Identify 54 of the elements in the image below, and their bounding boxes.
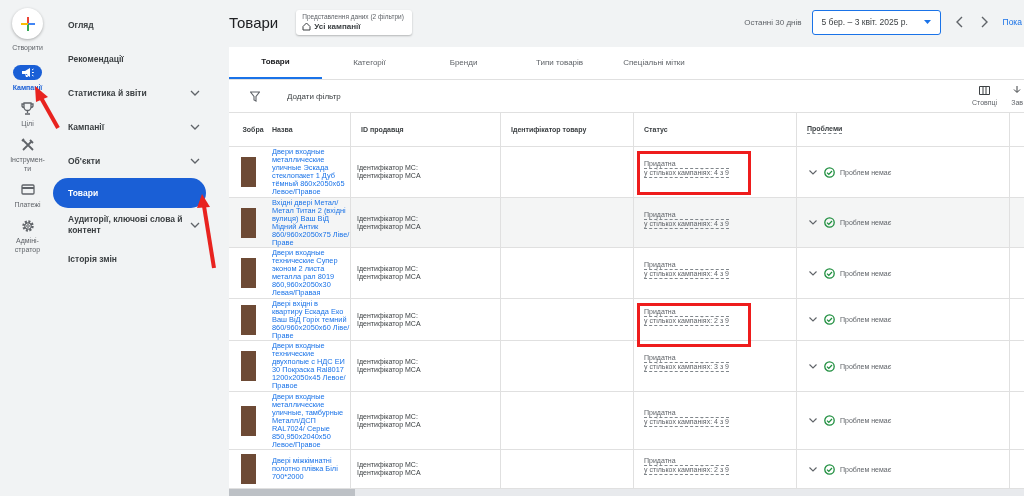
- photo-placeholder: [241, 405, 256, 436]
- columns-icon: [979, 86, 991, 95]
- check-circle-icon: [824, 166, 835, 178]
- tab[interactable]: Спеціальні мітки: [609, 47, 699, 79]
- next-icon[interactable]: [980, 16, 989, 28]
- card-icon: [20, 184, 35, 195]
- nav-item[interactable]: Кампанії: [55, 110, 220, 144]
- check-circle-icon: [824, 267, 835, 279]
- nav-item[interactable]: Товари: [53, 178, 206, 208]
- chevron-down-icon[interactable]: [809, 418, 817, 424]
- chevron-down-icon[interactable]: [809, 363, 817, 369]
- date-preset-label: Останні 30 днів: [744, 17, 802, 27]
- check-circle-icon: [824, 217, 835, 229]
- chevron-down-icon[interactable]: [809, 317, 817, 323]
- plus-icon: [19, 15, 36, 32]
- chevron-down-icon[interactable]: [809, 169, 817, 175]
- chevron-down-icon[interactable]: [809, 220, 817, 226]
- tab[interactable]: Бренди: [417, 47, 510, 79]
- check-circle-icon: [824, 463, 835, 475]
- photo-placeholder: [241, 157, 256, 188]
- download-icon: [1013, 86, 1022, 95]
- nav-item[interactable]: Рекомендації: [55, 42, 220, 76]
- photo-placeholder: [241, 454, 256, 485]
- chevron-down-icon[interactable]: [809, 270, 817, 276]
- page-title: Товари: [229, 13, 279, 31]
- scrollbar-thumb[interactable]: [229, 489, 355, 496]
- nav-item[interactable]: Історія змін: [55, 242, 220, 276]
- date-range-dropdown[interactable]: 5 бер. – 3 квіт. 2025 р.: [811, 9, 941, 35]
- chevron-down-icon[interactable]: [809, 466, 817, 472]
- check-circle-icon: [824, 415, 835, 427]
- previous-icon[interactable]: [954, 16, 963, 28]
- nav-item[interactable]: Статистика й звіти: [55, 76, 220, 110]
- caret-icon: [923, 20, 931, 24]
- settings-icon: [20, 218, 35, 233]
- tools-icon: [20, 137, 35, 152]
- trophy-icon: [21, 102, 34, 115]
- photo-placeholder: [241, 304, 256, 335]
- tab[interactable]: Товари: [229, 47, 322, 79]
- photo-placeholder: [241, 207, 256, 238]
- nav-item[interactable]: Аудиторії, ключові слова й контент: [55, 208, 220, 242]
- nav-item[interactable]: Огляд: [55, 8, 220, 42]
- photo-placeholder: [241, 258, 256, 289]
- create-button[interactable]: [12, 8, 43, 39]
- home-icon: [302, 21, 312, 31]
- add-filter-button[interactable]: Додати фільтр: [287, 91, 341, 101]
- show-link[interactable]: Пока: [1002, 17, 1022, 27]
- megaphone-icon: [21, 67, 34, 78]
- nav-item[interactable]: Об'єкти: [55, 144, 220, 178]
- filter-icon[interactable]: [250, 90, 260, 102]
- tab[interactable]: Типи товарів: [511, 47, 608, 79]
- photo-placeholder: [241, 351, 256, 382]
- check-circle-icon: [824, 314, 835, 326]
- tab[interactable]: Категорії: [323, 47, 416, 79]
- check-circle-icon: [824, 360, 835, 372]
